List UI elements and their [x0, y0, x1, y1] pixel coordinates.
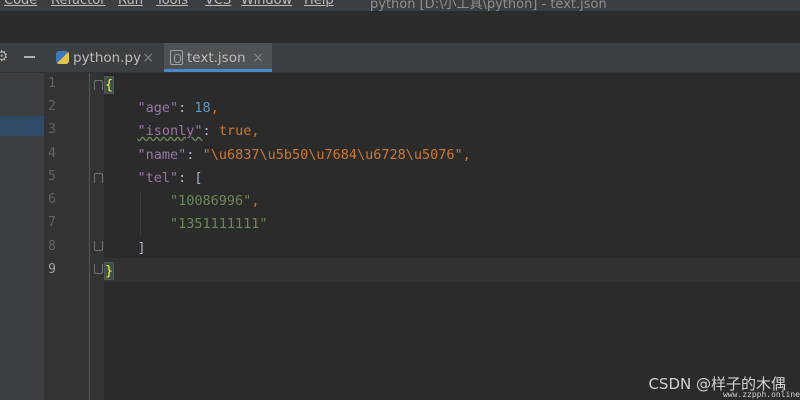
close-icon[interactable]: ×	[142, 50, 154, 66]
colon: :	[178, 170, 195, 186]
comma: ,	[462, 147, 471, 163]
gear-icon[interactable]: ⚙	[0, 47, 8, 65]
code-line-7[interactable]: "1351111111"	[105, 214, 268, 234]
watermark-url: www.zzpph.online	[722, 390, 800, 399]
tab-label: python.py	[73, 49, 142, 66]
json-key: "isonly"	[137, 123, 203, 139]
active-tab-indicator	[164, 69, 272, 72]
json-key: "name"	[137, 147, 187, 163]
line-number: 8	[48, 239, 56, 254]
line-number: 7	[48, 215, 56, 230]
caret-row-highlight	[104, 258, 800, 282]
menu-vcs[interactable]: VCS	[205, 0, 231, 8]
tab-text-json[interactable]: text.json ×	[164, 43, 272, 72]
open-bracket: [	[194, 170, 203, 186]
json-file-icon	[170, 50, 183, 65]
menu-window[interactable]: Window	[241, 0, 292, 8]
editor-tab-bar: ⚙ python.py × text.json ×	[0, 43, 800, 73]
json-string: "10086996"	[170, 193, 252, 209]
line-number: 2	[48, 99, 56, 114]
code-line-6[interactable]: "10086996",	[105, 191, 259, 211]
code-line-2[interactable]: "age": 18,	[105, 98, 219, 118]
fold-open-icon[interactable]	[94, 173, 103, 183]
line-number: 6	[48, 192, 56, 207]
menu-bar: Code Refactor Run Tools VCS Window Help …	[0, 0, 800, 12]
json-string-escaped: "\u6837\u5b50\u7684\u6728\u5076"	[202, 147, 463, 163]
code-line-8[interactable]: ]	[105, 238, 146, 258]
code-line-1[interactable]: {	[103, 75, 115, 95]
gutter-divider	[89, 73, 90, 400]
menu-run[interactable]: Run	[118, 0, 143, 8]
comma: ,	[251, 193, 260, 209]
close-brace: }	[103, 262, 115, 280]
line-number-current: 9	[48, 262, 56, 277]
fold-open-icon[interactable]	[94, 80, 103, 90]
close-bracket: ]	[137, 240, 146, 256]
menu-help[interactable]: Help	[304, 0, 334, 8]
python-file-icon	[56, 51, 69, 64]
tab-label: text.json	[187, 49, 246, 66]
line-number: 3	[48, 122, 56, 137]
menu-tools[interactable]: Tools	[156, 0, 188, 8]
json-string: "1351111111"	[170, 216, 268, 232]
code-line-5[interactable]: "tel": [	[105, 168, 203, 188]
menu-refactor[interactable]: Refactor	[51, 0, 106, 8]
close-icon[interactable]: ×	[252, 50, 264, 66]
fold-close-icon[interactable]	[94, 241, 103, 251]
code-line-3[interactable]: "isonly": true,	[105, 121, 260, 141]
json-number: 18	[194, 100, 211, 116]
colon: :	[186, 147, 203, 163]
tab-python-py[interactable]: python.py ×	[50, 43, 162, 72]
line-number: 5	[48, 169, 56, 184]
comma: ,	[251, 123, 260, 139]
json-boolean: true	[218, 123, 252, 139]
colon: :	[202, 123, 219, 139]
menu-code[interactable]: Code	[4, 0, 37, 8]
json-key: "tel"	[137, 170, 179, 186]
line-number: 4	[48, 146, 56, 161]
minimize-icon[interactable]	[24, 56, 35, 58]
code-line-9[interactable]: }	[103, 261, 115, 281]
line-number: 1	[48, 76, 56, 91]
code-line-4[interactable]: "name": "\u6837\u5b50\u7684\u6728\u5076"…	[105, 145, 471, 165]
comma: ,	[210, 100, 219, 116]
window-title: python [D:\小工具\python] - text.json	[370, 0, 607, 12]
colon: :	[178, 100, 195, 116]
json-key: "age"	[137, 100, 179, 116]
fold-close-icon[interactable]	[94, 264, 103, 274]
open-brace: {	[103, 76, 115, 94]
